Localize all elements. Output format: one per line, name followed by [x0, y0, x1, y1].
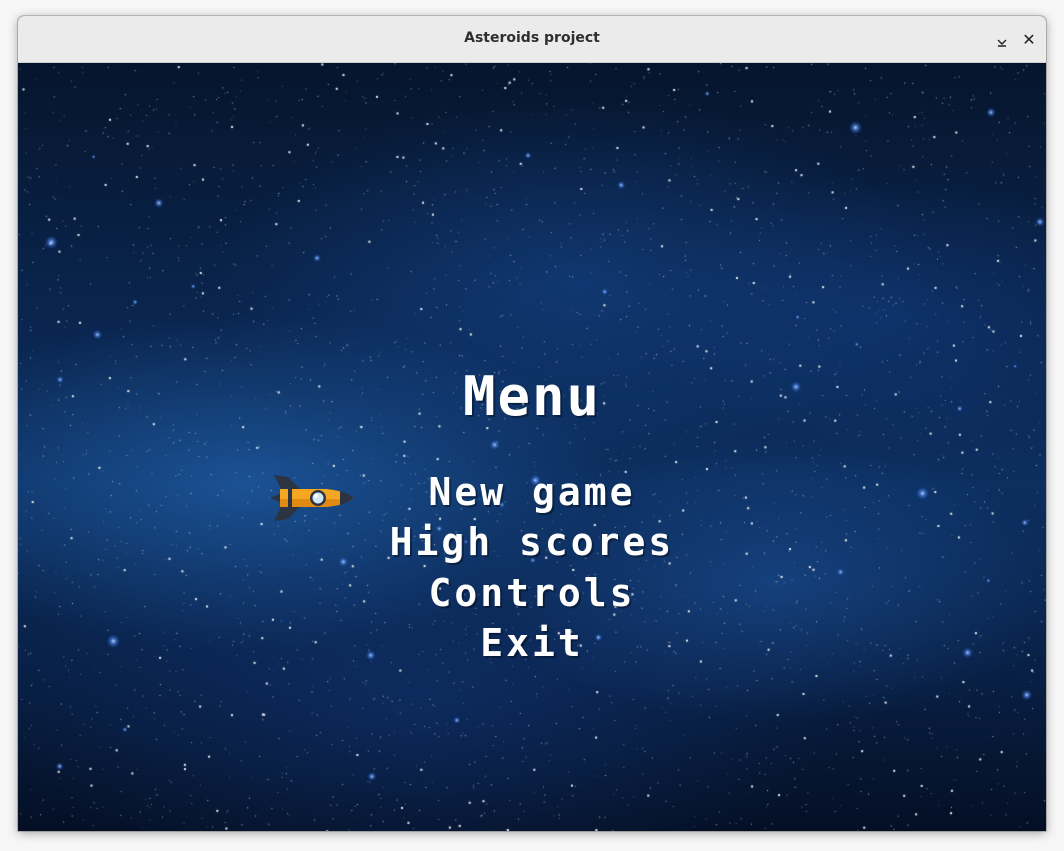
minimize-button[interactable]: [989, 28, 1013, 52]
window-title: Asteroids project: [464, 30, 600, 46]
game-window: Asteroids project ✕ Menu New game High s…: [18, 16, 1046, 831]
menu-item-exit[interactable]: Exit: [18, 621, 1046, 665]
chevron-down-icon: [997, 30, 1006, 47]
close-icon: ✕: [1022, 30, 1036, 49]
close-button[interactable]: ✕: [1017, 28, 1041, 52]
menu-title: Menu: [462, 365, 602, 428]
menu-item-new-game[interactable]: New game: [18, 470, 1046, 514]
title-bar[interactable]: Asteroids project ✕: [18, 16, 1046, 63]
rocket-icon: [270, 475, 354, 521]
game-canvas[interactable]: Menu New game High scores Controls Exit: [18, 63, 1046, 831]
menu-item-controls[interactable]: Controls: [18, 571, 1046, 615]
starfield-background: [18, 63, 1046, 831]
menu-item-high-scores[interactable]: High scores: [18, 520, 1046, 564]
